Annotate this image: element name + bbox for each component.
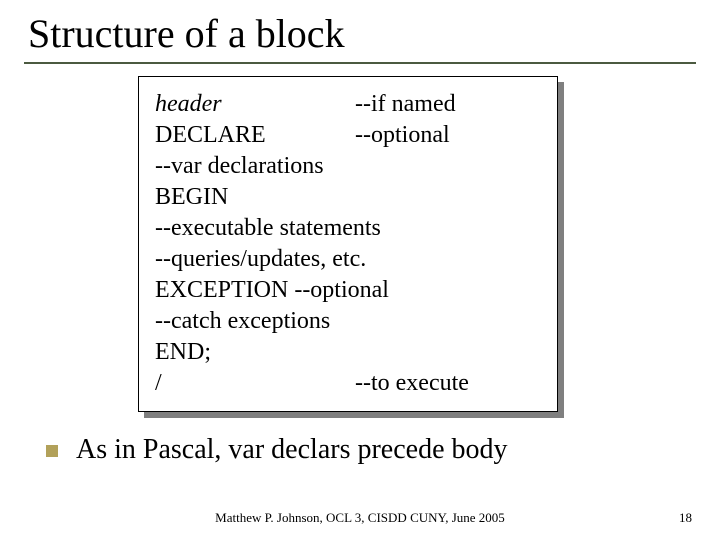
code-text: header	[155, 89, 355, 120]
code-box: header --if named DECLARE --optional --v…	[138, 76, 558, 412]
code-line: --executable statements	[155, 213, 543, 244]
code-line: header --if named	[155, 89, 543, 120]
title-underline	[24, 62, 696, 64]
bullet-icon	[46, 445, 58, 457]
code-line: END;	[155, 337, 543, 368]
code-line: EXCEPTION --optional	[155, 275, 543, 306]
slide: Structure of a block header --if named D…	[0, 0, 720, 540]
bullet-item: As in Pascal, var declars precede body	[46, 434, 690, 466]
code-line: --catch exceptions	[155, 306, 543, 337]
footer-text: Matthew P. Johnson, OCL 3, CISDD CUNY, J…	[0, 510, 720, 526]
code-text: --if named	[355, 89, 543, 120]
code-line: / --to execute	[155, 368, 543, 399]
bullet-text: As in Pascal, var declars precede body	[76, 434, 508, 466]
code-line: --queries/updates, etc.	[155, 244, 543, 275]
code-line: --var declarations	[155, 151, 543, 182]
code-text: DECLARE	[155, 120, 355, 151]
code-text: /	[155, 368, 355, 399]
slide-title: Structure of a block	[28, 10, 345, 57]
code-text: --to execute	[355, 368, 543, 399]
code-line: BEGIN	[155, 182, 543, 213]
code-text: --optional	[355, 120, 543, 151]
code-line: DECLARE --optional	[155, 120, 543, 151]
page-number: 18	[679, 510, 692, 526]
